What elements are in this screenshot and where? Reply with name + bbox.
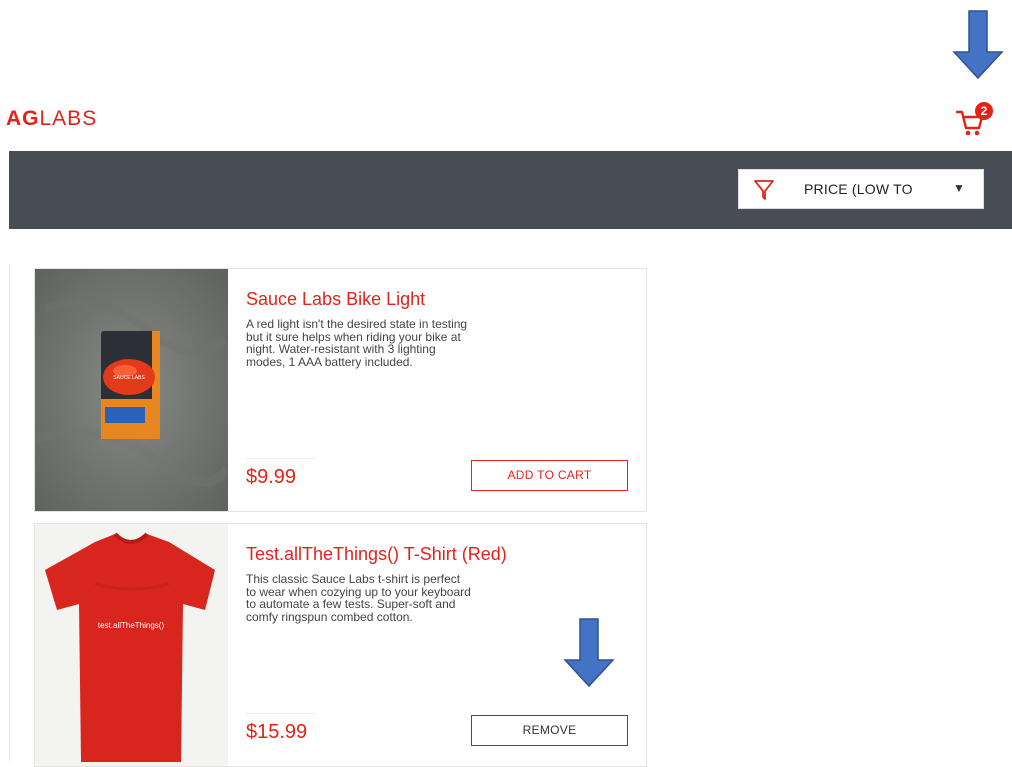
cart-count-badge: 2 [975, 102, 993, 120]
divider [246, 458, 316, 459]
filter-funnel-icon [754, 180, 774, 200]
annotation-arrow-remove-icon [563, 618, 615, 688]
logo-light-text: LABS [39, 107, 98, 130]
caret-down-icon: ▼ [953, 181, 965, 195]
inventory-item: SAUCE LABS Sauce Labs Bike Light A red l… [34, 268, 647, 512]
product-label-text: SAUCE LABS [113, 375, 145, 381]
divider [9, 264, 10, 761]
inventory-item: test.allTheThings() Test.allTheThings() … [34, 523, 647, 767]
app-logo: AGLABS [6, 107, 97, 131]
add-to-cart-button[interactable]: ADD TO CART [471, 460, 628, 491]
divider [246, 713, 316, 714]
item-price: $15.99 [246, 721, 308, 743]
shopping-cart-button[interactable]: 2 [955, 102, 995, 138]
annotation-arrow-cart-icon [952, 10, 1004, 80]
item-price: $9.99 [246, 466, 297, 488]
item-name[interactable]: Test.allTheThings() T-Shirt (Red) [246, 544, 507, 565]
item-name[interactable]: Sauce Labs Bike Light [246, 289, 425, 310]
logo-bold-text: AG [6, 107, 40, 130]
tshirt-print-text: test.allTheThings() [98, 621, 165, 630]
item-image-bike-light[interactable]: SAUCE LABS [35, 269, 228, 511]
remove-button[interactable]: REMOVE [471, 715, 628, 746]
red-tshirt-photo: test.allTheThings() [35, 524, 228, 766]
item-description: This classic Sauce Labs t-shirt is perfe… [246, 572, 471, 624]
sort-dropdown[interactable]: PRICE (LOW TO ▼ [738, 169, 984, 209]
sort-selected-value: PRICE (LOW TO [804, 181, 913, 197]
bike-light-photo: SAUCE LABS [35, 269, 228, 511]
item-description: A red light isn't the desired state in t… [246, 317, 468, 369]
item-image-t-shirt-red[interactable]: test.allTheThings() [35, 524, 228, 766]
